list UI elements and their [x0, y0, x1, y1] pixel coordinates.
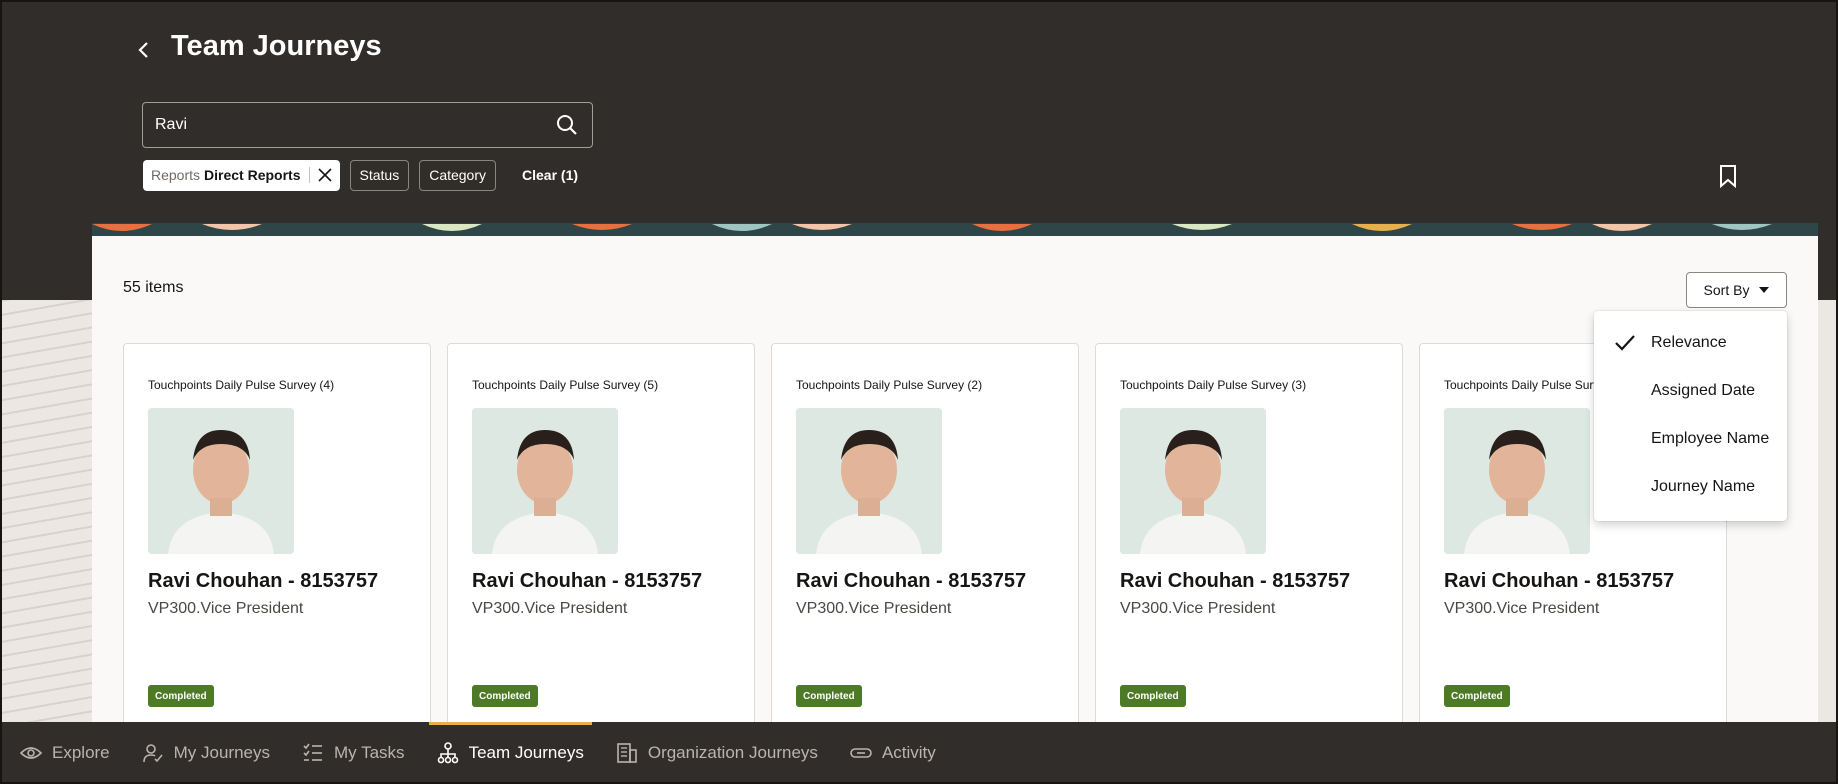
sort-option-label: Journey Name: [1651, 478, 1756, 495]
nav-label: My Journeys: [173, 743, 271, 762]
employee-name: Ravi Chouhan - 8153757: [472, 570, 703, 592]
bookmark-icon[interactable]: [1718, 164, 1740, 190]
nav-my-tasks[interactable]: My Tasks: [302, 722, 405, 784]
filter-chip-category[interactable]: Category: [419, 159, 497, 191]
person-check-icon: [142, 744, 163, 763]
sort-option-label: Relevance: [1651, 334, 1727, 351]
chip-divider: [308, 167, 310, 183]
employee-name: Ravi Chouhan - 8153757: [1444, 570, 1675, 592]
link-icon: [850, 748, 872, 758]
filter-chip-status[interactable]: Status: [349, 159, 410, 191]
employee-avatar: [472, 408, 618, 554]
building-icon: [617, 743, 637, 763]
nav-activity[interactable]: Activity: [850, 722, 936, 784]
checkmark-icon: [1615, 335, 1635, 351]
nav-label: My Tasks: [334, 743, 405, 762]
filter-bar: Reports Direct Reports Status Category C…: [143, 159, 578, 191]
nav-label: Team Journeys: [468, 743, 584, 762]
eye-icon: [20, 747, 42, 759]
banner-pattern-icon: [92, 224, 1818, 236]
journey-card[interactable]: Touchpoints Daily Pulse Survey (3) Ravi …: [1095, 343, 1403, 722]
employee-avatar: [1120, 408, 1266, 554]
filter-chip-label: Reports: [151, 167, 201, 183]
sort-option-assigned-date[interactable]: Assigned Date: [1594, 367, 1787, 415]
caret-down-icon: [1759, 287, 1770, 293]
sort-option-label: Assigned Date: [1651, 382, 1756, 399]
clear-filters-link[interactable]: Clear (1): [522, 167, 578, 183]
employee-avatar: [1444, 408, 1590, 554]
employee-role: VP300.Vice President: [148, 600, 304, 617]
status-badge: Completed: [472, 685, 538, 707]
back-button[interactable]: [128, 34, 160, 66]
employee-role: VP300.Vice President: [1444, 600, 1600, 617]
journey-title: Touchpoints Daily Pulse Survey (2): [796, 378, 983, 392]
employee-avatar: [796, 408, 942, 554]
filter-chip-value: Direct Reports: [204, 167, 301, 183]
sort-by-label: Sort By: [1703, 282, 1750, 298]
status-badge: Completed: [148, 685, 214, 707]
status-badge: Completed: [1120, 685, 1186, 707]
chevron-left-icon: [138, 42, 148, 58]
results-panel: 55 items Sort By Touchpoints Daily Pulse…: [92, 223, 1818, 722]
journey-card[interactable]: Touchpoints Daily Pulse Survey (4) Ravi …: [123, 343, 431, 722]
journey-card[interactable]: Touchpoints Daily Pulse Survey (5) Ravi …: [447, 343, 755, 722]
journey-title: Touchpoints Daily Pulse Survey (5): [472, 378, 659, 392]
search-box[interactable]: [142, 102, 593, 148]
checklist-icon: [303, 743, 323, 761]
employee-avatar: [148, 408, 294, 554]
close-icon[interactable]: [317, 168, 332, 182]
nav-label: Explore: [52, 743, 110, 762]
employee-name: Ravi Chouhan - 8153757: [796, 570, 1027, 592]
nav-my-journeys[interactable]: My Journeys: [142, 722, 270, 784]
bottom-navigation: Explore My Journeys My Tasks Team Journe…: [0, 722, 1838, 784]
search-icon[interactable]: [554, 112, 580, 138]
nav-team-journeys[interactable]: Team Journeys: [428, 722, 593, 784]
sort-dropdown-menu: Relevance Assigned Date Employee Name Jo…: [1594, 311, 1787, 521]
nav-label: Activity: [881, 743, 936, 762]
decorative-pattern-left: [0, 300, 92, 722]
nav-organization-journeys[interactable]: Organization Journeys: [616, 722, 818, 784]
employee-name: Ravi Chouhan - 8153757: [148, 570, 379, 592]
sort-option-employee-name[interactable]: Employee Name: [1594, 415, 1787, 463]
search-input[interactable]: [155, 116, 554, 134]
journey-card[interactable]: Touchpoints Daily Pulse Survey (2) Ravi …: [771, 343, 1079, 722]
decorative-pattern-right: [1818, 300, 1838, 722]
journey-title: Touchpoints Daily Pulse Survey (3): [1120, 378, 1307, 392]
page-title: Team Journeys: [171, 30, 382, 62]
employee-role: VP300.Vice President: [472, 600, 628, 617]
employee-role: VP300.Vice President: [796, 600, 952, 617]
sort-option-label: Employee Name: [1651, 430, 1770, 447]
org-chart-icon: [437, 742, 458, 764]
status-badge: Completed: [796, 685, 862, 707]
results-count: 55 items: [123, 279, 184, 296]
sort-option-journey-name[interactable]: Journey Name: [1594, 463, 1787, 511]
nav-explore[interactable]: Explore: [20, 722, 110, 784]
filter-chip-reports[interactable]: Reports Direct Reports: [143, 159, 340, 191]
nav-label: Organization Journeys: [647, 743, 818, 762]
employee-name: Ravi Chouhan - 8153757: [1120, 570, 1351, 592]
journey-title: Touchpoints Daily Pulse Survey (4): [148, 378, 335, 392]
decorative-banner: [92, 223, 1818, 236]
employee-role: VP300.Vice President: [1120, 600, 1276, 617]
sort-by-button[interactable]: Sort By: [1686, 272, 1787, 308]
status-badge: Completed: [1444, 685, 1510, 707]
sort-option-relevance[interactable]: Relevance: [1594, 319, 1787, 367]
